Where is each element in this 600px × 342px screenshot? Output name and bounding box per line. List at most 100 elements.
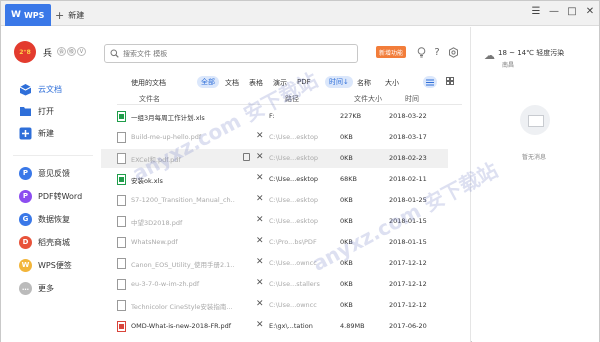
sidebar-item-new[interactable]: 新建 — [19, 125, 54, 141]
sort-by-time[interactable]: 时间↓ — [325, 76, 353, 88]
minimize-button[interactable]: — — [547, 5, 561, 19]
table-row[interactable]: S7-1200_Transition_Manual_ch... C:\Use...… — [101, 191, 448, 210]
table-row[interactable]: 安装ok.xls C:\Use...esktop 68KB 2018-02-11 ✕ — [101, 170, 448, 189]
no-message-text: 暂无消息 — [522, 154, 547, 161]
plus-icon — [19, 127, 32, 140]
sidebar-item-pdf-to-word[interactable]: P PDF转Word — [19, 188, 82, 204]
table-row[interactable]: Canon_EOS_Utility_使用手册2.1... C:\Use...own… — [101, 254, 448, 273]
vip-badge-icon[interactable]: V — [77, 47, 86, 56]
table-row[interactable]: Technicolor CineStyle安装指南... C:\Use...own… — [101, 296, 448, 315]
file-name: EXCel和.pdf.pdf — [131, 156, 181, 164]
empty-inbox-icon — [520, 105, 550, 135]
filter-all[interactable]: 全部 — [197, 76, 219, 88]
sidebar-item-open[interactable]: 打开 — [19, 103, 54, 119]
title-bar: W WPS + 新建 ☰ — □ ✕ — [1, 1, 599, 26]
search-icon — [110, 49, 119, 58]
spreadsheet-file-icon — [117, 174, 126, 185]
filter-slides[interactable]: 演示 — [273, 78, 287, 88]
remove-record-icon[interactable]: ✕ — [256, 152, 264, 162]
file-name: S7-1200_Transition_Manual_ch... — [131, 196, 235, 204]
feedback-icon: P — [19, 166, 32, 180]
maximize-button[interactable]: □ — [565, 5, 579, 19]
user-badges: 会 级 V — [57, 47, 86, 56]
weather-text[interactable]: 18 ~ 14℃ 轻度污染 — [498, 48, 564, 58]
filter-docs[interactable]: 文档 — [225, 78, 239, 88]
skin-bulb-icon[interactable] — [415, 46, 427, 58]
file-path: C:\Pro...bs\PDF — [269, 238, 317, 246]
city-label: 南昌 — [502, 62, 515, 69]
pdf-file-icon — [117, 321, 126, 332]
avatar[interactable]: 2⁺8 — [14, 41, 36, 63]
close-button[interactable]: ✕ — [583, 5, 597, 19]
table-row[interactable]: eu-3-7-0-w-im-zh.pdf C:\Use...stallers 0KB… — [101, 275, 448, 294]
new-feature-button[interactable]: 新增功能 — [376, 46, 407, 58]
col-date[interactable]: 时间 — [405, 94, 419, 104]
filter-sheets[interactable]: 表格 — [249, 78, 263, 88]
file-name: Technicolor CineStyle安装指南... — [131, 303, 233, 311]
file-path: F: — [269, 112, 275, 120]
sidebar-item-data-recovery[interactable]: G 数据恢复 — [19, 211, 70, 227]
grid-view-icon[interactable] — [446, 77, 454, 87]
file-date: 2018-01-15 — [389, 238, 427, 246]
col-name[interactable]: 文件名 — [139, 94, 160, 104]
file-date: 2018-03-17 — [389, 133, 427, 141]
mall-icon: D — [19, 235, 32, 249]
table-row[interactable]: EXCel和.pdf.pdf C:\Use...esktop 0KB 2018-02-… — [101, 149, 448, 168]
filter-pdf[interactable]: PDF — [297, 78, 311, 86]
sidebar-item-cloud-docs[interactable]: 云文档 — [19, 81, 62, 97]
remove-record-icon[interactable]: ✕ — [256, 173, 264, 183]
file-date: 2017-12-12 — [389, 259, 427, 267]
level-badge-icon[interactable]: 级 — [67, 47, 76, 56]
remove-record-icon[interactable]: ✕ — [256, 131, 264, 141]
table-row[interactable]: Build-me-up-hello.pdf C:\Use...esktop 0KB 2… — [101, 128, 448, 147]
more-icon: … — [19, 281, 32, 295]
table-row[interactable]: WhatsNew.pdf C:\Pro...bs\PDF 0KB 2018-01-15… — [101, 233, 448, 252]
help-icon[interactable]: ? — [431, 46, 443, 58]
search-input[interactable] — [123, 49, 343, 58]
file-path: C:\Use...esktop — [269, 196, 319, 204]
file-name: 安装ok.xls — [131, 177, 163, 185]
remove-record-icon[interactable]: ✕ — [256, 299, 264, 309]
sidebar-item-docer-mall[interactable]: D 稻壳商城 — [19, 234, 70, 250]
file-size: 0KB — [340, 301, 353, 309]
file-path: C:\Use...esktop — [269, 154, 319, 162]
sidebar-item-feedback[interactable]: P 意见反馈 — [19, 165, 70, 181]
file-size: 0KB — [340, 238, 353, 246]
col-size[interactable]: 文件大小 — [354, 94, 382, 104]
recover-icon: G — [19, 212, 32, 226]
remove-record-icon[interactable]: ✕ — [256, 236, 264, 246]
table-row[interactable]: 中望3D2018.pdf C:\Use...esktop 0KB 2018-01-15… — [101, 212, 448, 231]
remove-record-icon[interactable]: ✕ — [256, 257, 264, 267]
sidebar-item-wps-note[interactable]: W WPS便签 — [19, 257, 72, 273]
tab-wps-home[interactable]: W WPS — [5, 4, 51, 26]
document-file-icon — [117, 237, 126, 248]
sidebar-item-more[interactable]: … 更多 — [19, 280, 54, 296]
sort-by-name[interactable]: 名称 — [357, 78, 371, 88]
settings-gear-icon[interactable] — [447, 46, 459, 58]
sidebar-item-label: 更多 — [38, 283, 54, 293]
search-box[interactable] — [104, 44, 358, 63]
document-file-icon — [117, 132, 126, 143]
file-date: 2018-02-11 — [389, 175, 427, 183]
sidebar-item-label: 数据恢复 — [38, 214, 70, 224]
sort-by-size[interactable]: 大小 — [385, 78, 399, 88]
member-badge-icon[interactable]: 会 — [57, 47, 66, 56]
remove-record-icon[interactable]: ✕ — [256, 320, 264, 330]
table-row[interactable]: 一组3月每周工作计划.xls F: 227KB 2018-03-22 — [101, 107, 448, 126]
open-location-icon[interactable] — [243, 153, 250, 161]
file-name: WhatsNew.pdf — [131, 238, 178, 246]
weather-cloud-icon: ☁ — [484, 49, 495, 62]
main-panel: 新增功能 ? 使用的文档 全部 文档 表格 演示 PDF 时间↓ 名称 大小 — [101, 27, 471, 342]
remove-record-icon[interactable]: ✕ — [256, 194, 264, 204]
menu-icon[interactable]: ☰ — [529, 5, 543, 19]
remove-record-icon[interactable]: ✕ — [256, 215, 264, 225]
col-path[interactable]: 路径 — [285, 94, 299, 104]
wps-window: W WPS + 新建 ☰ — □ ✕ 2⁺8 兵 会 级 V 云文档 打开 新建… — [0, 0, 600, 342]
remove-record-icon[interactable]: ✕ — [256, 278, 264, 288]
list-view-icon[interactable] — [423, 76, 437, 88]
table-row[interactable]: OMD-What-is-new-2018-FR.pdf E:\gx\...tati… — [101, 317, 448, 336]
sidebar-item-label: 稻壳商城 — [38, 237, 70, 247]
file-date: 2017-06-20 — [389, 322, 427, 330]
tab-new[interactable]: + 新建 — [55, 4, 84, 26]
file-table-header: 文件名 路径 文件大小 时间 — [117, 94, 467, 104]
